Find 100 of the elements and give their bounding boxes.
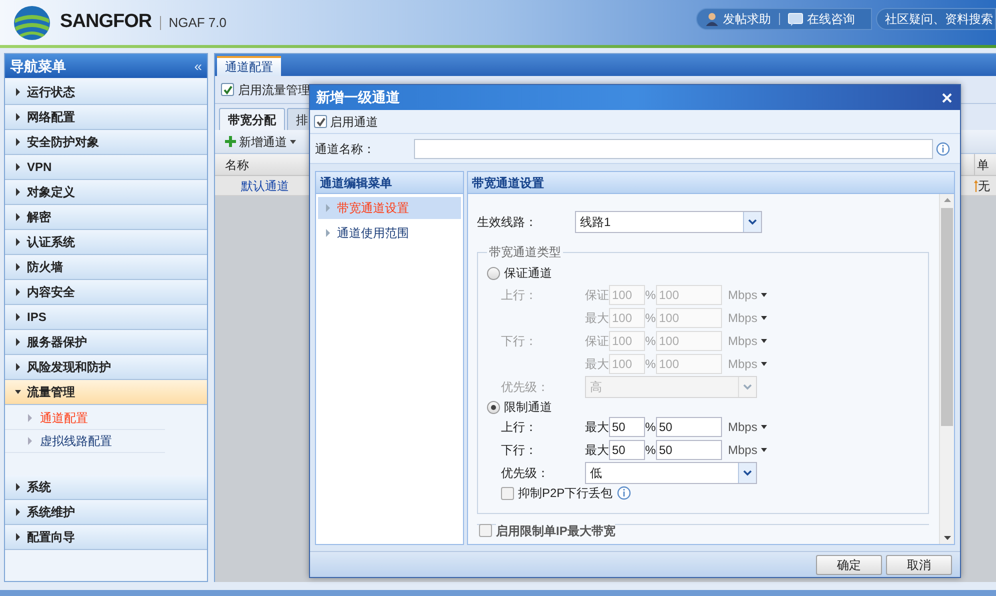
percent-sign: % <box>645 356 656 372</box>
field-label: 上行： <box>501 288 537 302</box>
caret-icon <box>15 238 21 246</box>
caret-icon <box>27 414 33 422</box>
caret-icon <box>761 422 768 430</box>
sidebar-item[interactable]: 系统维护 <box>5 500 207 525</box>
sidebar-item[interactable]: 网络配置 <box>5 105 207 130</box>
caret-icon <box>15 363 21 371</box>
add-channel-button[interactable]: 新增通道 <box>225 132 296 150</box>
radio-button[interactable] <box>487 400 500 414</box>
table-cell: 无 <box>974 176 996 195</box>
caret-icon <box>15 313 21 321</box>
percent-field[interactable]: 50 <box>609 440 645 460</box>
sidebar-item[interactable]: 系统 <box>5 475 207 500</box>
logo-icon <box>12 4 52 40</box>
table-cell-text: 默认通道 <box>241 178 289 194</box>
tab[interactable]: 通道配置 <box>217 56 281 76</box>
caret-icon <box>15 138 21 146</box>
group-title: 带宽通道类型 <box>488 244 562 261</box>
sidebar-item[interactable]: 流量管理 <box>5 380 207 405</box>
menu-item[interactable]: 通道使用范围 <box>318 222 461 244</box>
caret-icon <box>761 290 768 298</box>
bandwidth-field[interactable]: 50 <box>656 440 722 460</box>
channel-name-field[interactable] <box>414 138 933 158</box>
column-header: 单 <box>974 154 996 175</box>
field-label: 上行： <box>501 420 537 434</box>
checkbox-label: 抑制P2P下行丢包 <box>518 485 613 502</box>
dialog-button[interactable]: 确定 <box>816 554 882 574</box>
sidebar-item[interactable]: 防火墙 <box>5 255 207 280</box>
checkbox-label: 启用限制单IP最大带宽 <box>496 524 616 538</box>
line-select[interactable]: 线路1 <box>575 211 762 233</box>
caret-icon <box>325 204 331 212</box>
unit-dropdown[interactable]: Mbps <box>728 440 768 458</box>
header-link[interactable]: 社区疑问、资料搜索 <box>885 10 993 28</box>
chat-icon <box>788 12 803 26</box>
radio-label: 限制通道 <box>504 399 552 416</box>
collapse-button[interactable]: « <box>194 59 202 73</box>
panel-header: 带宽通道设置 <box>468 172 954 194</box>
column-header: 名称 <box>224 156 250 174</box>
sidebar-item[interactable]: 内容安全 <box>5 280 207 305</box>
caret-icon <box>15 163 21 171</box>
checkbox-label: 启用通道 <box>330 114 378 130</box>
sidebar-item[interactable]: 解密 <box>5 205 207 230</box>
caret-icon <box>15 88 21 96</box>
radio-button[interactable] <box>487 266 500 280</box>
field-label: 最大 <box>585 310 609 326</box>
checkbox[interactable] <box>314 115 327 128</box>
caret-icon <box>27 437 33 445</box>
panel-header: 通道编辑菜单 <box>316 172 463 194</box>
field-label: 下行： <box>501 334 537 348</box>
tab[interactable]: 带宽分配 <box>219 108 285 130</box>
sidebar-item[interactable]: 配置向导 <box>5 525 207 550</box>
percent-sign: % <box>645 310 656 326</box>
caret-icon <box>15 188 21 196</box>
sidebar-item[interactable]: 认证系统 <box>5 230 207 255</box>
caret-icon <box>15 533 21 541</box>
caret-icon <box>761 314 768 322</box>
field-label: 最大 <box>585 442 609 458</box>
priority-select[interactable]: 低 <box>585 462 757 484</box>
bandwidth-field[interactable]: 50 <box>656 416 722 436</box>
header-link[interactable]: 在线咨询 <box>788 10 855 28</box>
checkbox[interactable] <box>221 83 234 96</box>
caret-icon <box>290 138 296 146</box>
sidebar-item[interactable]: 对象定义 <box>5 180 207 205</box>
sidebar-item[interactable]: 运行状态 <box>5 80 207 105</box>
caret-icon <box>15 508 21 516</box>
caret-icon <box>761 360 768 368</box>
chevron-down-icon <box>743 470 752 476</box>
caret-icon <box>15 113 21 121</box>
info-icon <box>616 486 631 500</box>
sidebar-item[interactable]: 服务器保护 <box>5 330 207 355</box>
sidebar-item[interactable]: VPN <box>5 155 207 180</box>
scrollbar-thumb[interactable] <box>941 208 953 426</box>
sidebar-item[interactable]: 风险发现和防护 <box>5 355 207 380</box>
up-arrow-icon <box>974 180 978 192</box>
chevron-down-icon <box>748 219 757 225</box>
submenu-item[interactable]: 虚拟线路配置 <box>5 430 165 453</box>
field-label: 通道名称： <box>315 140 376 158</box>
field-label: 最大 <box>585 356 609 372</box>
checkbox[interactable] <box>479 524 492 537</box>
close-icon <box>942 92 952 102</box>
caret-icon <box>15 288 21 296</box>
caret-icon <box>15 263 21 271</box>
product-version: NGAF 7.0 <box>168 14 226 32</box>
percent-field[interactable]: 50 <box>609 416 645 436</box>
caret-icon <box>15 483 21 491</box>
close-button[interactable] <box>940 90 954 104</box>
caret-icon <box>761 446 768 454</box>
unit-dropdown[interactable]: Mbps <box>728 418 768 436</box>
radio-label: 保证通道 <box>504 265 552 282</box>
sidebar-item[interactable]: IPS <box>5 305 207 330</box>
field-label: 优先级： <box>500 465 550 482</box>
scrollbar[interactable] <box>939 194 954 544</box>
plus-icon <box>225 136 236 147</box>
header-link[interactable]: 发帖求助 <box>705 10 771 28</box>
sidebar-item[interactable]: 安全防护对象 <box>5 130 207 155</box>
caret-icon <box>15 338 21 346</box>
dialog-button[interactable]: 取消 <box>886 554 952 574</box>
person-icon <box>705 12 719 26</box>
checkbox[interactable] <box>501 486 514 500</box>
